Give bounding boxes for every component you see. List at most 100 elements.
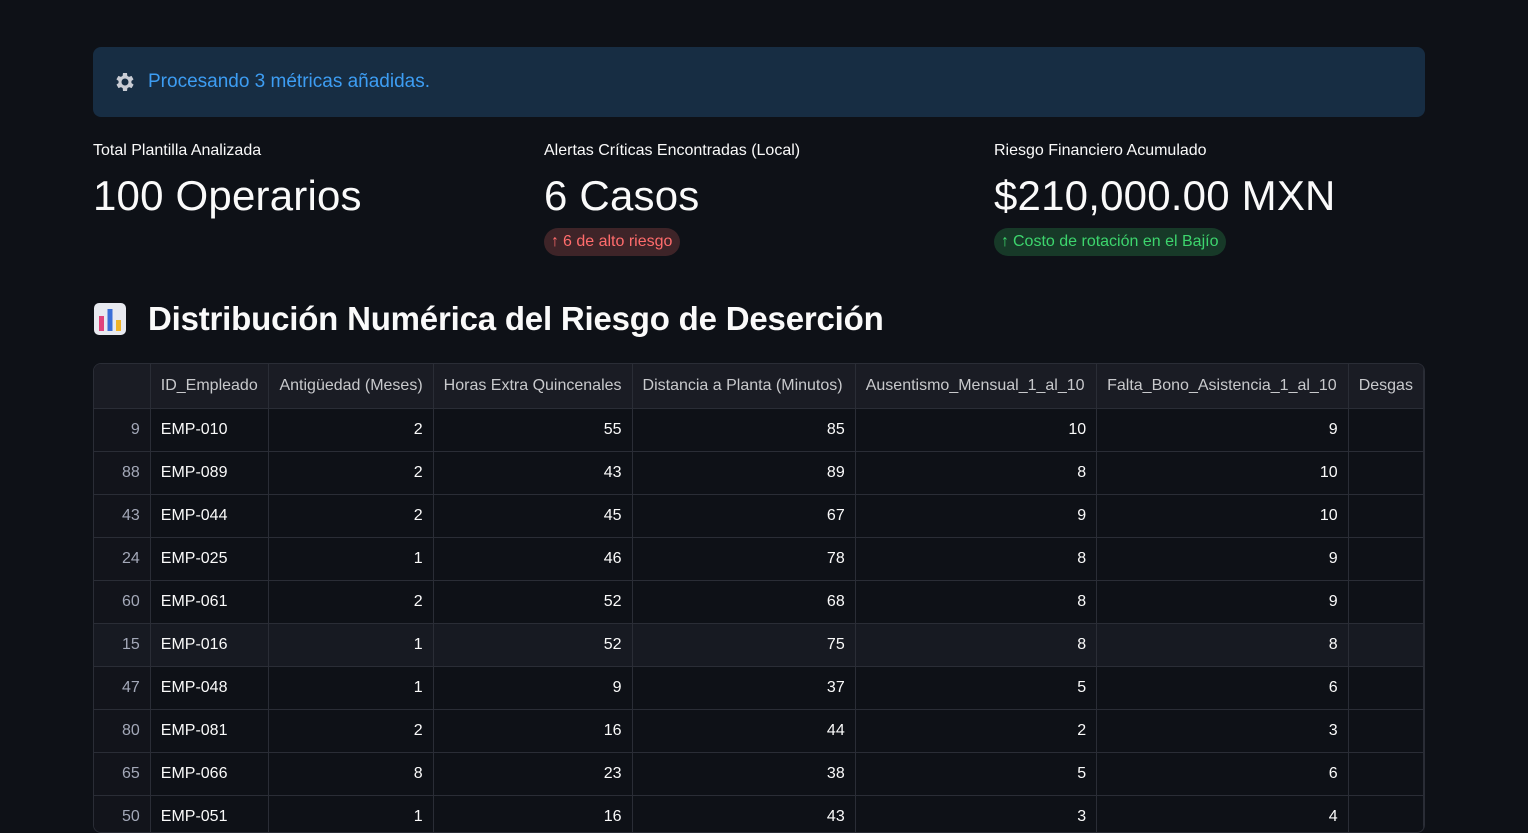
table-cell[interactable]: 1: [268, 666, 434, 710]
table-cell[interactable]: 52: [433, 623, 633, 667]
table-cell[interactable]: [1348, 494, 1424, 538]
table-cell[interactable]: 10: [855, 408, 1098, 452]
column-header[interactable]: Desgas: [1348, 364, 1424, 409]
table-cell[interactable]: 6: [1096, 666, 1349, 710]
table-cell[interactable]: 45: [433, 494, 633, 538]
column-header[interactable]: Antigüedad (Meses): [268, 364, 434, 409]
table-cell[interactable]: EMP-066: [150, 752, 270, 796]
table-cell[interactable]: [1348, 666, 1424, 710]
table-cell[interactable]: [1348, 709, 1424, 753]
index-column-header[interactable]: [94, 364, 151, 409]
table-cell[interactable]: 2: [268, 451, 434, 495]
table-cell[interactable]: 9: [1096, 580, 1349, 624]
table-cell[interactable]: 1: [268, 795, 434, 832]
table-cell[interactable]: 3: [855, 795, 1098, 832]
table-cell[interactable]: [1348, 580, 1424, 624]
table-cell[interactable]: EMP-044: [150, 494, 270, 538]
table-cell[interactable]: 2: [268, 709, 434, 753]
table-cell[interactable]: 2: [268, 494, 434, 538]
table-cell[interactable]: 78: [632, 537, 856, 581]
table-cell[interactable]: [1348, 795, 1424, 832]
table-cell[interactable]: 8: [855, 580, 1098, 624]
table-cell[interactable]: [1348, 623, 1424, 667]
table-cell[interactable]: [1348, 451, 1424, 495]
row-index[interactable]: 47: [94, 666, 151, 710]
row-index[interactable]: 24: [94, 537, 151, 581]
table-cell[interactable]: 89: [632, 451, 856, 495]
row-index[interactable]: 80: [94, 709, 151, 753]
table-cell[interactable]: 2: [268, 408, 434, 452]
table-cell[interactable]: EMP-048: [150, 666, 270, 710]
table-cell[interactable]: [1348, 537, 1424, 581]
table-cell[interactable]: 44: [632, 709, 856, 753]
table-cell[interactable]: 9: [1096, 537, 1349, 581]
column-header[interactable]: Falta_Bono_Asistencia_1_al_10: [1096, 364, 1349, 409]
column-header[interactable]: Distancia a Planta (Minutos): [632, 364, 856, 409]
table-cell[interactable]: 8: [855, 451, 1098, 495]
table-row[interactable]: 43 EMP-044 2 45 67 9 10: [94, 494, 1424, 538]
column-header[interactable]: ID_Empleado: [150, 364, 270, 409]
table-cell[interactable]: 2: [855, 709, 1098, 753]
table-cell[interactable]: 8: [1096, 623, 1349, 667]
table-cell[interactable]: EMP-010: [150, 408, 270, 452]
row-index[interactable]: 9: [94, 408, 151, 452]
table-cell[interactable]: 43: [632, 795, 856, 832]
row-index[interactable]: 88: [94, 451, 151, 495]
table-cell[interactable]: 2: [268, 580, 434, 624]
table-cell[interactable]: 1: [268, 537, 434, 581]
table-cell[interactable]: [1348, 752, 1424, 796]
table-cell[interactable]: 75: [632, 623, 856, 667]
table-cell[interactable]: 38: [632, 752, 856, 796]
table-cell[interactable]: EMP-025: [150, 537, 270, 581]
table-cell[interactable]: 85: [632, 408, 856, 452]
table-cell[interactable]: 8: [855, 537, 1098, 581]
row-index[interactable]: 60: [94, 580, 151, 624]
table-cell[interactable]: [1348, 408, 1424, 452]
table-row[interactable]: 60 EMP-061 2 52 68 8 9: [94, 580, 1424, 624]
table-cell[interactable]: EMP-061: [150, 580, 270, 624]
table-cell[interactable]: 6: [1096, 752, 1349, 796]
table-cell[interactable]: 1: [268, 623, 434, 667]
table-row[interactable]: 24 EMP-025 1 46 78 8 9: [94, 537, 1424, 581]
table-cell[interactable]: 16: [433, 709, 633, 753]
table-cell[interactable]: 46: [433, 537, 633, 581]
table-row[interactable]: 47 EMP-048 1 9 37 5 6: [94, 666, 1424, 710]
table-cell[interactable]: EMP-051: [150, 795, 270, 832]
table-row[interactable]: 9 EMP-010 2 55 85 10 9: [94, 408, 1424, 452]
table-row[interactable]: 65 EMP-066 8 23 38 5 6: [94, 752, 1424, 796]
table-cell[interactable]: 5: [855, 752, 1098, 796]
table-cell[interactable]: 16: [433, 795, 633, 832]
table-cell[interactable]: 68: [632, 580, 856, 624]
table-cell[interactable]: 37: [632, 666, 856, 710]
table-cell[interactable]: 5: [855, 666, 1098, 710]
info-message: Procesando 3 métricas añadidas.: [148, 71, 430, 92]
table-row[interactable]: 88 EMP-089 2 43 89 8 10: [94, 451, 1424, 495]
table-cell[interactable]: 43: [433, 451, 633, 495]
table-cell[interactable]: 9: [855, 494, 1098, 538]
table-cell[interactable]: 3: [1096, 709, 1349, 753]
table-cell[interactable]: 4: [1096, 795, 1349, 832]
table-cell[interactable]: 9: [1096, 408, 1349, 452]
table-row[interactable]: 80 EMP-081 2 16 44 2 3: [94, 709, 1424, 753]
table-cell[interactable]: 9: [433, 666, 633, 710]
table-row[interactable]: 50 EMP-051 1 16 43 3 4: [94, 795, 1424, 832]
table-cell[interactable]: EMP-081: [150, 709, 270, 753]
table-row[interactable]: 15 EMP-016 1 52 75 8 8: [94, 623, 1424, 667]
table-cell[interactable]: 67: [632, 494, 856, 538]
table-cell[interactable]: 52: [433, 580, 633, 624]
data-table[interactable]: ID_Empleado Antigüedad (Meses) Horas Extra…: [93, 363, 1425, 833]
table-cell[interactable]: 23: [433, 752, 633, 796]
table-cell[interactable]: EMP-089: [150, 451, 270, 495]
table-cell[interactable]: EMP-016: [150, 623, 270, 667]
table-cell[interactable]: 55: [433, 408, 633, 452]
column-header[interactable]: Ausentismo_Mensual_1_al_10: [855, 364, 1098, 409]
row-index[interactable]: 43: [94, 494, 151, 538]
table-cell[interactable]: 8: [268, 752, 434, 796]
row-index[interactable]: 65: [94, 752, 151, 796]
table-cell[interactable]: 8: [855, 623, 1098, 667]
row-index[interactable]: 15: [94, 623, 151, 667]
table-cell[interactable]: 10: [1096, 451, 1349, 495]
table-cell[interactable]: 10: [1096, 494, 1349, 538]
column-header[interactable]: Horas Extra Quincenales: [433, 364, 633, 409]
row-index[interactable]: 50: [94, 795, 151, 832]
